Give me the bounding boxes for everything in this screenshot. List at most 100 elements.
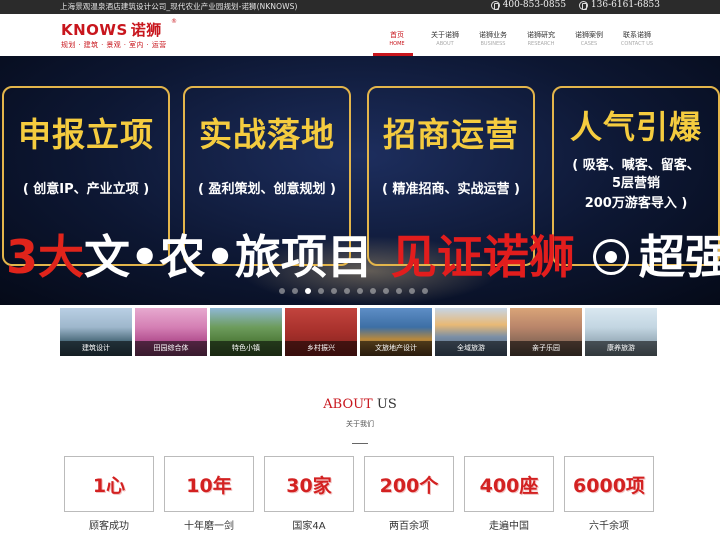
slider-dot[interactable]	[396, 288, 402, 294]
slider-dot[interactable]	[383, 288, 389, 294]
nav-label-cn: 首页	[390, 31, 404, 39]
thumb-caption: 亲子乐园	[510, 341, 582, 356]
nav-item-about[interactable]: 关于诺狮 ABOUT	[421, 14, 469, 56]
nav-item-home[interactable]: 首页 HOME	[373, 14, 421, 56]
card-title: 人气引爆	[569, 108, 702, 146]
logo-brand-en: KNOWS	[61, 21, 128, 39]
phone-1-text: 400-853-0855	[502, 0, 567, 10]
card-title: 申报立项	[18, 115, 154, 154]
thumb-caption: 乡村振兴	[285, 341, 357, 356]
card-subtitle: ( 盈利策划、创意规划 )	[198, 182, 336, 197]
thumb-wellness-tourism[interactable]: 康养旅游	[585, 308, 657, 356]
stat-label: 十年磨一剑	[184, 521, 234, 532]
headline-part-3: 见证诺狮	[390, 230, 575, 284]
stat-box: 10年	[164, 456, 254, 512]
thumb-cultural-tourism[interactable]: 文旅地产设计	[360, 308, 432, 356]
slider-dot[interactable]	[279, 288, 285, 294]
thumb-featured-town[interactable]: 特色小镇	[210, 308, 282, 356]
thumb-caption: 建筑设计	[60, 341, 132, 356]
phone-numbers: 400-853-0855 136-6161-6853	[481, 0, 660, 13]
stat-label: 顾客成功	[89, 521, 129, 532]
nav-label-en: ABOUT	[436, 41, 454, 47]
phone-2[interactable]: 136-6161-6853	[578, 0, 660, 10]
thumb-pastoral-complex[interactable]: 田园综合体	[135, 308, 207, 356]
hero-banner[interactable]: 申报立项 ( 创意IP、产业立项 ) 实战落地 ( 盈利策划、创意规划 ) 招商…	[0, 56, 720, 305]
card-subtitle: ( 精准招商、实战运营 )	[382, 182, 520, 197]
stat-box: 200个	[364, 456, 454, 512]
stat-number: 10年	[186, 474, 232, 497]
slider-dot[interactable]	[409, 288, 415, 294]
stat-number: 6000项	[573, 474, 645, 497]
thumb-family-park[interactable]: 亲子乐园	[510, 308, 582, 356]
about-heading-2: US	[372, 397, 397, 412]
stat-item: 1心 顾客成功	[64, 456, 154, 540]
stats-row: 1心 顾客成功 10年 十年磨一剑 30家 国家4A 200个 两百余项 400…	[64, 456, 664, 540]
stat-box: 30家	[264, 456, 354, 512]
logo-brand: KNOWS 诺狮	[61, 19, 162, 40]
headline-part-4: 超强落地	[638, 230, 720, 284]
thumb-architecture[interactable]: 建筑设计	[60, 308, 132, 356]
thumb-caption: 田园综合体	[135, 341, 207, 356]
stat-label: 走遍中国	[489, 521, 529, 532]
header: KNOWS 诺狮 ® 规划 · 建筑 · 景观 · 室内 · 运营 首页 HOME…	[0, 14, 720, 56]
card-subtitle-2: 5层营销	[611, 176, 661, 191]
nav-label-cn: 诺狮业务	[479, 31, 507, 39]
slider-dot[interactable]	[344, 288, 350, 294]
thumb-rural-revitalization[interactable]: 乡村振兴	[285, 308, 357, 356]
card-subtitle-3: 200万游客导入 )	[584, 196, 688, 211]
slider-dot[interactable]	[305, 288, 311, 294]
stat-box: 1心	[64, 456, 154, 512]
stat-box: 6000项	[564, 456, 654, 512]
registered-mark: ®	[171, 18, 177, 25]
stat-number: 30家	[286, 474, 332, 497]
slider-dot[interactable]	[357, 288, 363, 294]
logo[interactable]: KNOWS 诺狮 ® 规划 · 建筑 · 景观 · 室内 · 运营	[61, 18, 191, 53]
slider-dot[interactable]	[422, 288, 428, 294]
about-heading-1: ABOUT	[323, 397, 373, 412]
thumb-caption: 文旅地产设计	[360, 341, 432, 356]
nav-item-business[interactable]: 诺狮业务 BUSINESS	[469, 14, 517, 56]
nav-label-en: CONTACT US	[620, 41, 654, 47]
phone-1[interactable]: 400-853-0855	[490, 0, 567, 10]
slider-dot[interactable]	[331, 288, 337, 294]
nav-label-en: HOME	[389, 41, 405, 47]
nav-label-en: BUSINESS	[480, 41, 506, 47]
about-heading: ABOUT US	[0, 397, 720, 412]
nav-label-cn: 诺狮案例	[575, 31, 603, 39]
nav-item-research[interactable]: 诺狮研究 RESEARCH	[517, 14, 565, 56]
stat-label: 国家4A	[292, 521, 326, 532]
stat-item: 200个 两百余项	[364, 456, 454, 540]
nav-label-cn: 诺狮研究	[527, 31, 555, 39]
banner-headline: 3大文•农•旅项目见证诺狮 超强落地	[6, 228, 720, 286]
nav-item-cases[interactable]: 诺狮案例 CASES	[565, 14, 613, 56]
logo-slogan: 规划 · 建筑 · 景观 · 室内 · 运营	[61, 41, 167, 49]
nav-label-cn: 联系诺狮	[623, 31, 651, 39]
stat-number: 200个	[379, 474, 439, 497]
about-subheading: 关于我们	[346, 420, 374, 428]
nav-label-cn: 关于诺狮	[431, 31, 459, 39]
card-title: 招商运营	[383, 115, 519, 154]
card-subtitle: ( 吸客、喊客、留客、	[572, 158, 700, 173]
stat-number: 400座	[479, 474, 539, 497]
category-thumbnails: 建筑设计 田园综合体 特色小镇 乡村振兴 文旅地产设计 全域旅游 亲子乐园 康养…	[60, 308, 660, 356]
weibo-icon	[592, 238, 629, 275]
thumb-all-region-tourism[interactable]: 全域旅游	[435, 308, 507, 356]
mobile-icon	[578, 0, 588, 10]
main-nav: 首页 HOME 关于诺狮 ABOUT 诺狮业务 BUSINESS 诺狮研究 RE…	[373, 14, 661, 56]
stat-label: 六千余项	[589, 521, 629, 532]
thumb-caption: 康养旅游	[585, 341, 657, 356]
stat-box: 400座	[464, 456, 554, 512]
slider-dot[interactable]	[318, 288, 324, 294]
top-bar: 上海景观温泉酒店建筑设计公司_现代农业产业园规划-诺狮(NKNOWS) 400-…	[0, 0, 720, 14]
nav-label-en: RESEARCH	[527, 41, 555, 47]
stat-item: 10年 十年磨一剑	[164, 456, 254, 540]
slider-dot[interactable]	[292, 288, 298, 294]
slider-dot[interactable]	[370, 288, 376, 294]
nav-item-contact[interactable]: 联系诺狮 CONTACT US	[613, 14, 661, 56]
thumb-caption: 特色小镇	[210, 341, 282, 356]
stat-number: 1心	[92, 474, 126, 497]
stat-item: 30家 国家4A	[264, 456, 354, 540]
thumb-caption: 全域旅游	[435, 341, 507, 356]
nav-label-en: CASES	[580, 41, 598, 47]
stat-label: 两百余项	[389, 521, 429, 532]
